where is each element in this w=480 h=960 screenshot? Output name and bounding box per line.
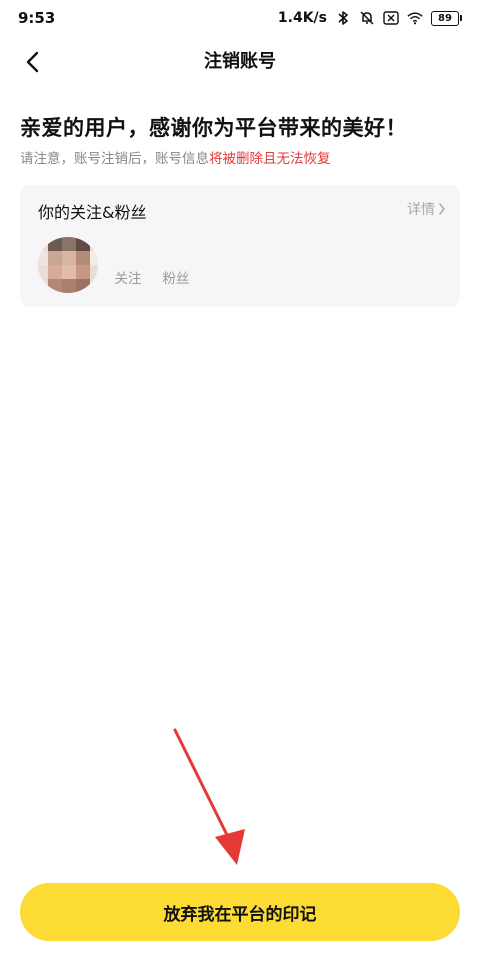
nav-bar: 注销账号 [0, 38, 480, 86]
card-title: 你的关注&粉丝 [38, 203, 147, 222]
details-link[interactable]: 详情 [407, 199, 446, 219]
avatar [38, 237, 98, 293]
details-label: 详情 [407, 202, 435, 218]
screen: 9:53 1.4K/s 89 注销账号 亲爱的用户，感谢你为平台带来的美好！ 请… [0, 0, 480, 960]
page-title: 注销账号 [204, 51, 276, 72]
chevron-right-icon [439, 203, 445, 215]
status-icons: 1.4K/s 89 [278, 10, 462, 26]
battery-icon: 89 [431, 10, 462, 26]
close-box-icon [383, 10, 399, 26]
network-speed: 1.4K/s [277, 10, 327, 26]
fans-stat[interactable]: 粉丝 [156, 241, 196, 287]
back-button[interactable] [16, 46, 48, 78]
following-stat[interactable]: 关注 [108, 241, 148, 287]
wifi-icon [407, 10, 423, 26]
notice-text: 请注意，账号注销后，账号信息 [20, 151, 209, 167]
status-time: 9:53 [18, 9, 56, 27]
fans-count [156, 241, 196, 257]
battery-level: 89 [431, 10, 459, 26]
mute-icon [359, 10, 375, 26]
following-label: 关注 [114, 271, 142, 287]
chevron-left-icon [26, 51, 39, 73]
deletion-notice: 请注意，账号注销后，账号信息将被删除且无法恢复 [20, 147, 331, 167]
notice-warning: 将被删除且无法恢复 [209, 151, 331, 167]
following-count [108, 241, 148, 257]
fans-label: 粉丝 [162, 271, 190, 287]
bluetooth-icon [335, 10, 351, 26]
abandon-account-button[interactable]: 放弃我在平台的印记 [20, 883, 460, 941]
status-bar: 9:53 1.4K/s 89 [0, 0, 480, 36]
annotation-arrow-icon [173, 728, 245, 865]
farewell-headline: 亲爱的用户，感谢你为平台带来的美好！ [20, 116, 407, 140]
follow-fans-card: 你的关注&粉丝 详情 关注 粉丝 [20, 185, 460, 307]
